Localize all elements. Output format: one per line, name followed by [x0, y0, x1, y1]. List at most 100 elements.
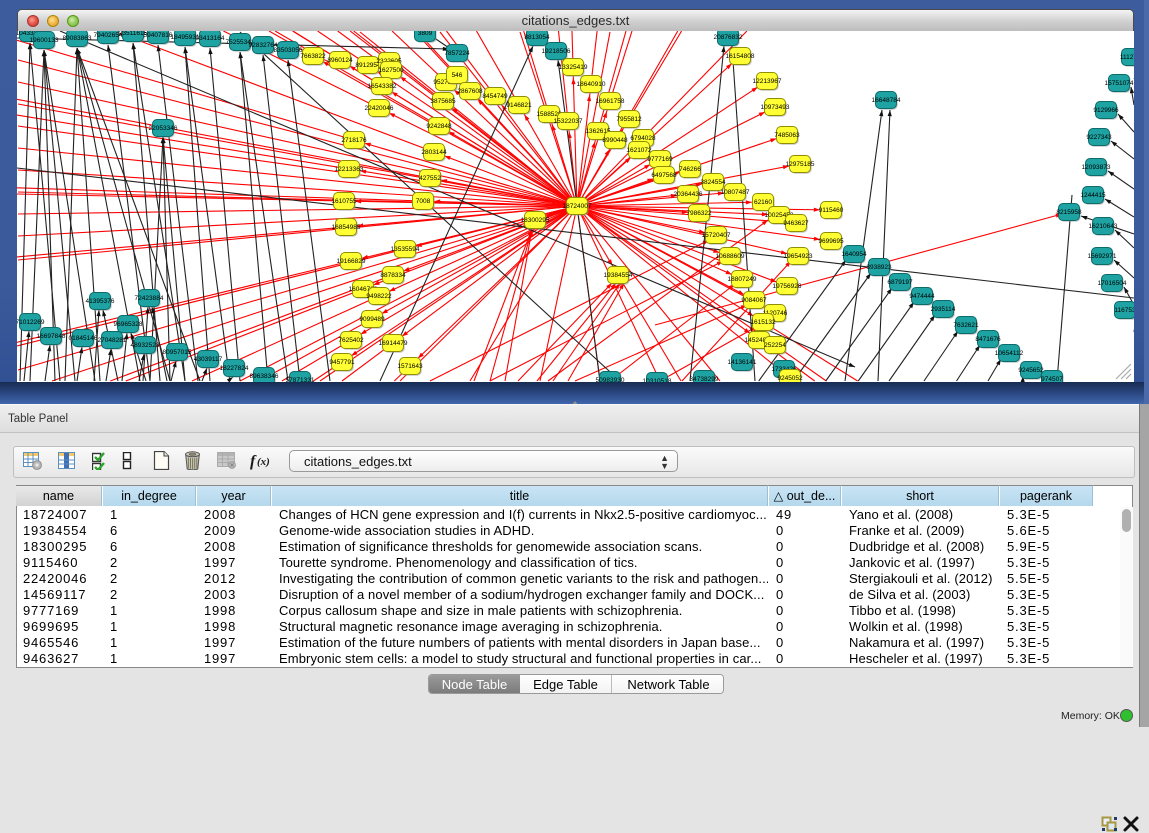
svg-text:18640910: 18640910 [577, 81, 606, 88]
svg-text:01845146: 01845146 [69, 335, 98, 342]
svg-text:7857224: 7857224 [444, 50, 470, 57]
svg-text:9463627: 9463627 [783, 220, 809, 227]
svg-text:9699695: 9699695 [818, 238, 844, 245]
svg-text:18227824: 18227824 [220, 365, 249, 372]
svg-text:71012269: 71012269 [17, 319, 45, 326]
svg-text:27048281: 27048281 [98, 337, 127, 344]
svg-text:19756928: 19756928 [773, 283, 802, 290]
svg-text:7986322: 7986322 [686, 210, 712, 217]
svg-text:9457791: 9457791 [329, 359, 355, 366]
svg-text:18807249: 18807249 [728, 276, 757, 283]
svg-text:15322037: 15322037 [554, 118, 583, 125]
svg-text:9115460: 9115460 [819, 207, 844, 214]
svg-text:746266: 746266 [679, 166, 701, 173]
svg-text:9146821: 9146821 [506, 102, 532, 109]
svg-text:13535594: 13535594 [391, 246, 420, 253]
svg-text:17016504: 17016504 [1098, 280, 1127, 287]
svg-text:1610755: 1610755 [331, 198, 357, 205]
svg-text:50983930: 50983930 [596, 377, 625, 382]
svg-text:19384554: 19384554 [604, 272, 633, 279]
svg-text:1112784: 1112784 [1120, 54, 1134, 61]
svg-text:96965328: 96965328 [114, 321, 143, 328]
svg-text:9227343: 9227343 [1086, 134, 1112, 141]
svg-text:1244415: 1244415 [1080, 192, 1106, 199]
svg-text:2867608: 2867608 [457, 88, 483, 95]
svg-text:2718176: 2718176 [341, 137, 367, 144]
svg-text:10688609: 10688609 [716, 253, 745, 260]
svg-text:546: 546 [452, 72, 463, 79]
svg-text:89638346: 89638346 [250, 373, 279, 380]
svg-text:9474444: 9474444 [909, 293, 935, 300]
svg-text:16210643: 16210643 [1089, 223, 1118, 230]
svg-text:62160: 62160 [754, 199, 772, 206]
svg-text:10654112: 10654112 [995, 350, 1024, 357]
svg-text:1571643: 1571643 [397, 363, 423, 370]
svg-text:10807487: 10807487 [721, 189, 750, 196]
svg-text:7485063: 7485063 [774, 132, 800, 139]
svg-text:19600133: 19600133 [30, 37, 59, 44]
svg-text:8813054: 8813054 [524, 34, 550, 41]
svg-text:83503056: 83503056 [274, 47, 303, 54]
svg-text:22420046: 22420046 [365, 105, 394, 112]
svg-text:9242848: 9242848 [426, 123, 452, 130]
svg-text:03413164: 03413164 [196, 35, 225, 42]
svg-text:7008: 7008 [416, 198, 431, 205]
svg-text:12093873: 12093873 [1082, 164, 1111, 171]
svg-text:3875685: 3875685 [430, 98, 456, 105]
svg-text:3824554: 3824554 [700, 179, 726, 186]
svg-text:8990448: 8990448 [602, 137, 628, 144]
svg-text:9245052: 9245052 [777, 375, 803, 382]
svg-text:9099489: 9099489 [359, 316, 385, 323]
svg-text:9129966: 9129966 [1093, 107, 1119, 114]
svg-text:18300295: 18300295 [521, 217, 550, 224]
svg-text:7625402: 7625402 [338, 337, 364, 344]
svg-text:1621072: 1621072 [626, 147, 652, 154]
svg-text:15720407: 15720407 [702, 232, 731, 239]
svg-text:3809: 3809 [418, 31, 433, 37]
svg-text:9498222: 9498222 [366, 293, 392, 300]
svg-text:f: f [250, 453, 257, 470]
svg-text:80957015: 80957015 [163, 349, 192, 356]
svg-text:9084067: 9084067 [741, 297, 767, 304]
svg-text:16648784: 16648784 [872, 97, 901, 104]
svg-text:7632621: 7632621 [953, 322, 979, 329]
svg-text:12213363: 12213363 [335, 166, 364, 173]
svg-text:34738299: 34738299 [690, 376, 719, 382]
svg-text:48932528: 48932528 [131, 342, 160, 349]
svg-text:6497568: 6497568 [651, 172, 677, 179]
svg-text:16154808: 16154808 [726, 53, 755, 60]
svg-text:16854985: 16854985 [332, 224, 361, 231]
svg-text:427552: 427552 [419, 175, 441, 182]
svg-text:89083863: 89083863 [63, 35, 92, 42]
svg-text:43039117: 43039117 [194, 356, 223, 363]
svg-text:974507: 974507 [1041, 376, 1063, 382]
svg-text:1640954: 1640954 [841, 251, 867, 258]
svg-text:57871331: 57871331 [286, 377, 315, 382]
svg-text:20364436: 20364436 [674, 191, 703, 198]
svg-text:10310518: 10310518 [643, 378, 672, 382]
svg-text:12975185: 12975185 [786, 161, 815, 168]
svg-text:18724007: 18724007 [563, 203, 592, 210]
svg-text:7955812: 7955812 [616, 116, 642, 123]
svg-text:10973493: 10973493 [761, 104, 790, 111]
svg-text:19654923: 19654923 [784, 253, 813, 260]
svg-text:16914479: 16914479 [379, 340, 408, 347]
svg-text:116753: 116753 [1114, 307, 1134, 314]
svg-text:7663822: 7663822 [300, 53, 326, 60]
svg-text:8471676: 8471676 [975, 336, 1001, 343]
svg-text:16543382: 16543382 [368, 83, 397, 90]
svg-text:14136141: 14136141 [728, 359, 757, 366]
svg-text:2803144: 2803144 [421, 149, 447, 156]
svg-text:1615132: 1615132 [750, 319, 776, 326]
svg-text:13325419: 13325419 [559, 64, 588, 71]
svg-text:8938923: 8938923 [866, 264, 892, 271]
svg-text:72423884: 72423884 [135, 295, 164, 302]
svg-text:59407816: 59407816 [144, 32, 173, 39]
svg-text:2935114: 2935114 [931, 306, 956, 313]
svg-text:8215958: 8215958 [1056, 209, 1082, 216]
svg-text:22053346: 22053346 [149, 125, 178, 132]
svg-text:12213967: 12213967 [753, 78, 782, 85]
svg-text:9777169: 9777169 [647, 156, 673, 163]
svg-text:15751074: 15751074 [1105, 80, 1134, 87]
svg-text:8960124: 8960124 [327, 57, 353, 64]
